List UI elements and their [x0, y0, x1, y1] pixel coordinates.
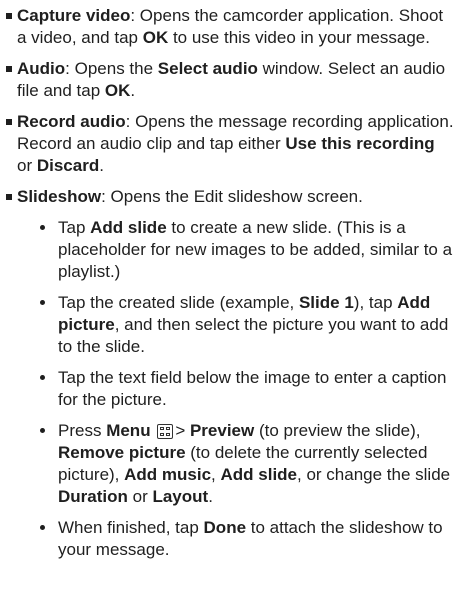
step-menu-options: Press Menu > Preview (to preview the sli… [37, 420, 454, 508]
bullet-slideshow: Slideshow: Opens the Edit slideshow scre… [6, 186, 454, 208]
round-bullet-icon [40, 225, 45, 230]
step-caption: Tap the text field below the image to en… [37, 367, 454, 411]
slideshow-steps: Tap Add slide to create a new slide. (Th… [6, 217, 454, 561]
term: Record audio [17, 112, 126, 131]
square-bullet-icon [6, 66, 12, 72]
round-bullet-icon [40, 300, 45, 305]
square-bullet-icon [6, 13, 12, 19]
term: Slideshow [17, 187, 102, 206]
bullet-audio: Audio: Opens the Select audio window. Se… [6, 58, 454, 102]
menu-key-icon [157, 424, 174, 439]
round-bullet-icon [40, 375, 45, 380]
step-done: When finished, tap Done to attach the sl… [37, 517, 454, 561]
square-bullet-icon [6, 119, 12, 125]
square-bullet-icon [6, 194, 12, 200]
round-bullet-icon [40, 525, 45, 530]
step-add-slide: Tap Add slide to create a new slide. (Th… [37, 217, 454, 283]
term: Capture video [17, 6, 131, 25]
manual-page: Capture video: Opens the camcorder appli… [0, 0, 460, 561]
term: Audio [17, 59, 66, 78]
round-bullet-icon [40, 428, 45, 433]
bullet-record-audio: Record audio: Opens the message recordin… [6, 111, 454, 177]
step-add-picture: Tap the created slide (example, Slide 1)… [37, 292, 454, 358]
bullet-capture-video: Capture video: Opens the camcorder appli… [6, 5, 454, 49]
